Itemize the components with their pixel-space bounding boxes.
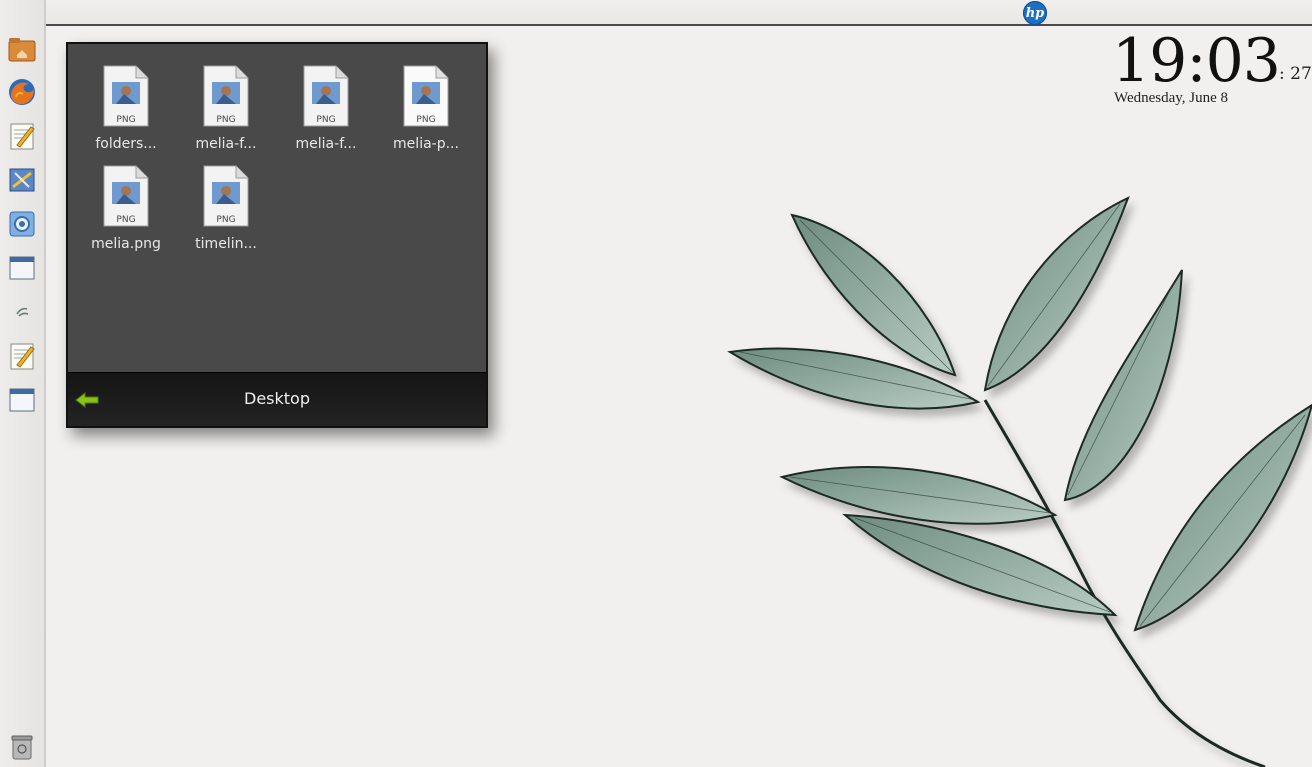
- clock-time: 19:03: [1112, 26, 1281, 96]
- clock-date: Wednesday, June 8: [1114, 90, 1229, 106]
- window-icon: [9, 256, 35, 280]
- chromium-button[interactable]: [6, 208, 38, 240]
- clock-seconds: : 27: [1279, 64, 1312, 84]
- trash-icon: [11, 735, 33, 760]
- png-file-icon: PNG: [402, 64, 450, 128]
- top-panel: hp: [46, 0, 1312, 26]
- text-editor-icon: [10, 343, 35, 370]
- file-label: timelin...: [195, 236, 257, 252]
- window-icon: [9, 388, 35, 412]
- file-label: melia.png: [91, 236, 161, 252]
- svg-text:PNG: PNG: [116, 115, 135, 125]
- file-item[interactable]: PNG folders...: [78, 64, 174, 152]
- file-label: melia-p...: [393, 136, 459, 152]
- file-item[interactable]: PNG melia-f...: [178, 64, 274, 152]
- drawing-app-button[interactable]: [6, 164, 38, 196]
- png-file-icon: PNG: [102, 64, 150, 128]
- launcher-dock: [0, 0, 46, 767]
- text-editor-button[interactable]: [6, 120, 38, 152]
- svg-text:PNG: PNG: [416, 115, 435, 125]
- file-item[interactable]: PNG melia.png: [78, 164, 174, 252]
- window-2-button[interactable]: [6, 384, 38, 416]
- file-item[interactable]: PNG melia-p...: [378, 64, 474, 152]
- svg-text:PNG: PNG: [216, 215, 235, 225]
- stack-title: Desktop: [244, 389, 310, 408]
- file-label: melia-f...: [295, 136, 357, 152]
- png-file-icon: PNG: [102, 164, 150, 228]
- file-item[interactable]: PNG timelin...: [178, 164, 274, 252]
- home-folder-button[interactable]: [6, 32, 38, 64]
- png-file-icon: PNG: [202, 164, 250, 228]
- file-item[interactable]: PNG melia-f...: [278, 64, 374, 152]
- hp-logo-icon[interactable]: hp: [1023, 1, 1047, 25]
- text-editor-2-button[interactable]: [6, 340, 38, 372]
- small-app-button[interactable]: [6, 296, 38, 328]
- png-file-icon: PNG: [302, 64, 350, 128]
- png-file-icon: PNG: [202, 64, 250, 128]
- window-button[interactable]: [6, 252, 38, 284]
- file-label: melia-f...: [195, 136, 257, 152]
- trash-button[interactable]: [6, 730, 38, 762]
- svg-text:PNG: PNG: [216, 115, 235, 125]
- firefox-icon: [9, 79, 35, 105]
- drawing-app-icon: [9, 168, 35, 192]
- leaf-wallpaper: [727, 196, 1312, 767]
- stack-footer: Desktop: [68, 372, 486, 426]
- file-label: folders...: [95, 136, 157, 152]
- firefox-button[interactable]: [6, 76, 38, 108]
- folder-home-icon: [8, 38, 36, 62]
- leaf-small-icon: [16, 307, 29, 317]
- text-editor-icon: [10, 123, 35, 150]
- desktop-stack-popup: PNG folders... PNG melia-f... PNG melia-…: [66, 42, 488, 428]
- svg-text:PNG: PNG: [116, 215, 135, 225]
- chromium-icon: [9, 211, 35, 237]
- svg-text:PNG: PNG: [316, 115, 335, 125]
